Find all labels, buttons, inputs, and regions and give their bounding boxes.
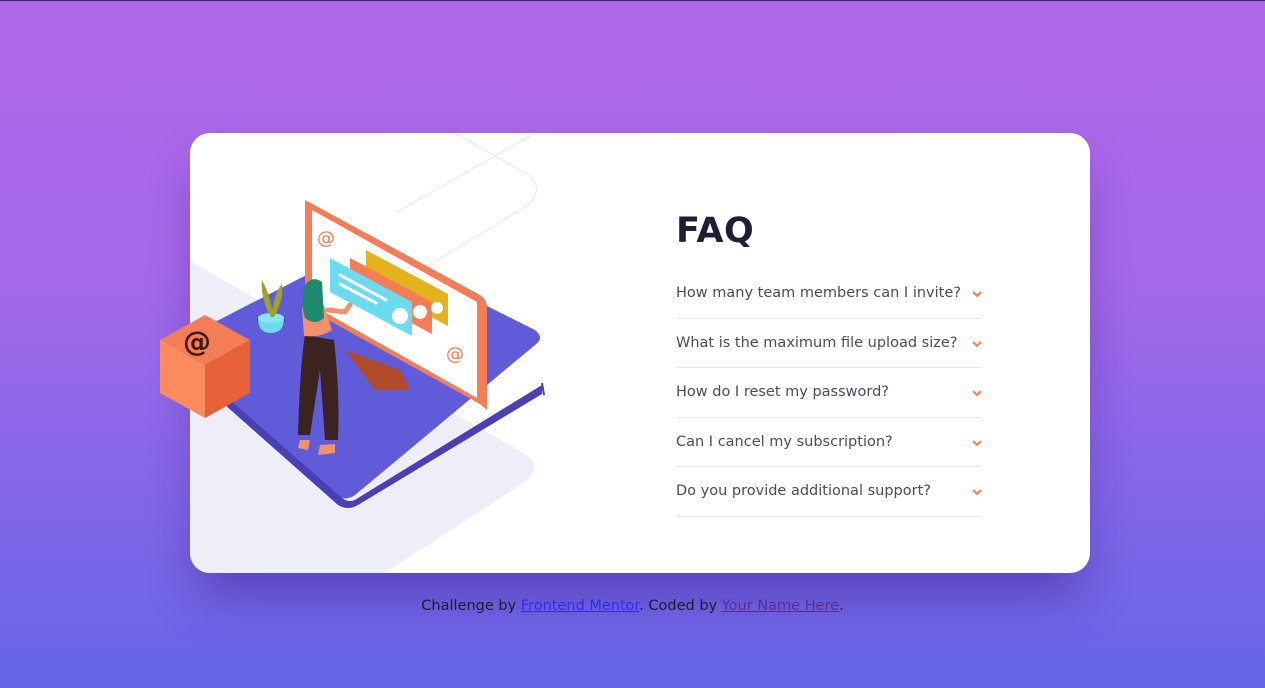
faq-question[interactable]: Do you provide additional support?: [676, 483, 931, 499]
attribution-middle: . Coded by: [639, 598, 722, 614]
at-symbol-icon: @: [446, 344, 464, 365]
faq-item[interactable]: What is the maximum file upload size?: [676, 319, 982, 368]
faq-item[interactable]: Can I cancel my subscription?: [676, 418, 982, 467]
faq-question[interactable]: How do I reset my password?: [676, 384, 889, 400]
attribution-footer: Challenge by Frontend Mentor. Coded by Y…: [0, 598, 1265, 614]
faq-item[interactable]: How do I reset my password?: [676, 368, 982, 418]
faq-question[interactable]: How many team members can I invite?: [676, 285, 961, 301]
woman-at-monitor-illustration: @ @ @: [160, 200, 545, 508]
frontend-mentor-link[interactable]: Frontend Mentor: [521, 598, 639, 614]
faq-title: FAQ: [676, 211, 755, 251]
at-symbol-icon: @: [317, 228, 335, 249]
faq-item[interactable]: How many team members can I invite?: [676, 269, 982, 319]
author-link[interactable]: Your Name Here: [722, 598, 839, 614]
top-border-line: [0, 0, 1265, 1]
chevron-down-icon[interactable]: [972, 390, 982, 397]
chevron-down-icon[interactable]: [972, 439, 982, 447]
faq-question[interactable]: What is the maximum file upload size?: [676, 335, 957, 351]
faq-item[interactable]: Do you provide additional support?: [676, 467, 982, 517]
chevron-down-icon[interactable]: [972, 489, 982, 496]
at-symbol-icon: @: [183, 325, 211, 358]
chevron-down-icon[interactable]: [972, 340, 982, 348]
attribution-prefix: Challenge by: [421, 598, 521, 614]
faq-question[interactable]: Can I cancel my subscription?: [676, 434, 893, 450]
faq-list: How many team members can I invite? What…: [676, 269, 982, 517]
attribution-suffix: .: [839, 598, 844, 614]
chevron-down-icon[interactable]: [972, 291, 982, 298]
